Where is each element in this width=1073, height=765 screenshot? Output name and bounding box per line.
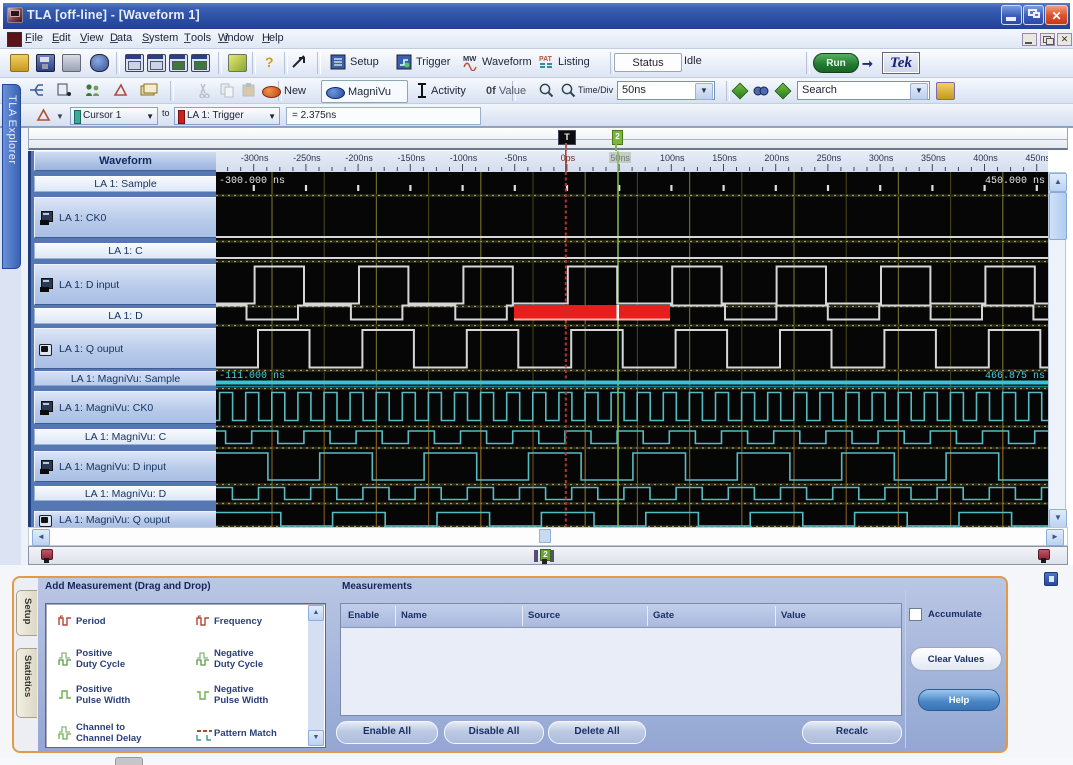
svg-text:-50ns: -50ns (504, 153, 527, 163)
svg-text:400ns: 400ns (973, 153, 998, 163)
svg-text:-200ns: -200ns (345, 153, 373, 163)
svg-text:350ns: 350ns (921, 153, 946, 163)
svg-text:PAT: PAT (539, 56, 553, 63)
svg-text:-150ns: -150ns (398, 153, 426, 163)
svg-text:450.000 ns: 450.000 ns (985, 176, 1045, 187)
svg-text:-100ns: -100ns (450, 153, 478, 163)
svg-text:150ns: 150ns (712, 153, 737, 163)
svg-text:0ps: 0ps (561, 153, 576, 163)
svg-text:300ns: 300ns (869, 153, 894, 163)
svg-text:-300.000 ns: -300.000 ns (219, 176, 285, 187)
svg-text:-250ns: -250ns (293, 153, 321, 163)
svg-text:200ns: 200ns (764, 153, 789, 163)
svg-text:100ns: 100ns (660, 153, 685, 163)
svg-text:450ns: 450ns (1025, 153, 1048, 163)
svg-text:-111.000 ns: -111.000 ns (219, 371, 285, 382)
svg-text:466.875 ns: 466.875 ns (985, 371, 1045, 382)
svg-text:250ns: 250ns (817, 153, 842, 163)
svg-text:-300ns: -300ns (241, 153, 269, 163)
svg-text:MW: MW (463, 54, 477, 63)
